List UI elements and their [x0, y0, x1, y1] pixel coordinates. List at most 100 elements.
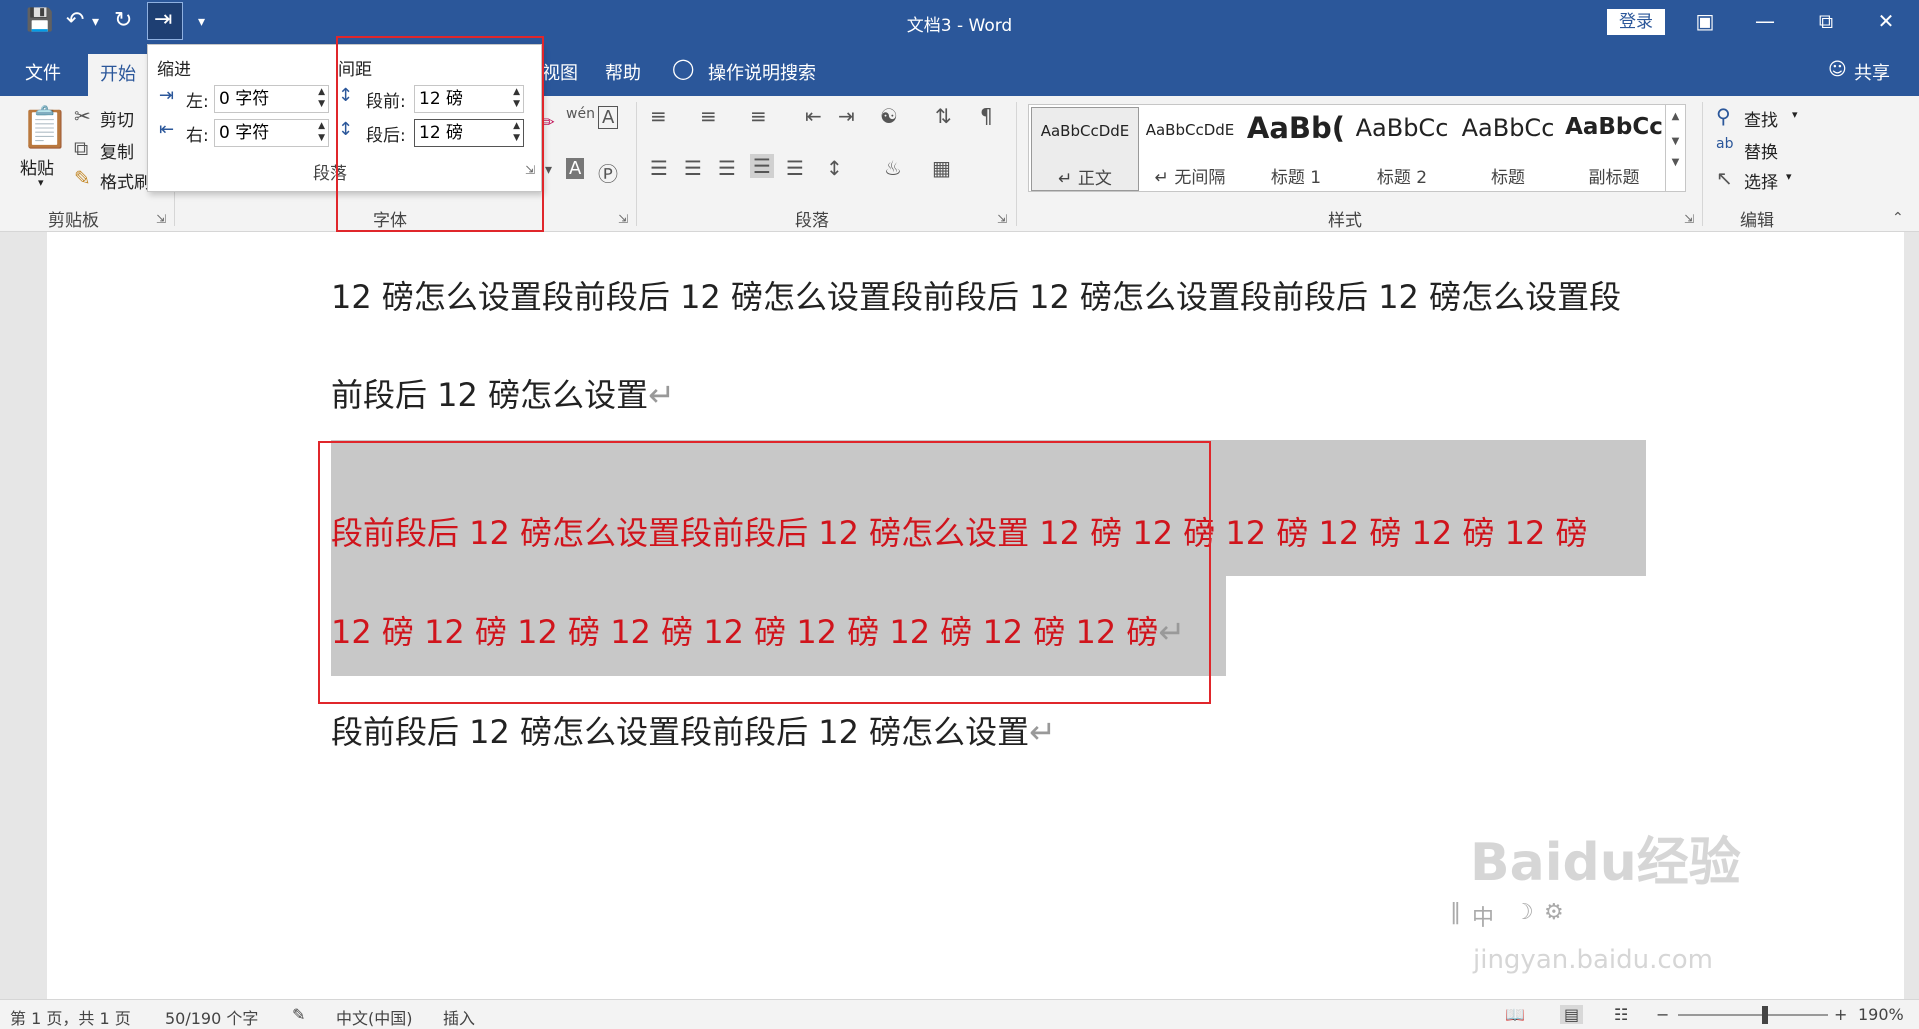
shading-icon[interactable]: ♨ [884, 156, 902, 180]
paragraph-launcher-icon[interactable]: ⇲ [997, 212, 1007, 226]
align-left-icon[interactable]: ☰ [650, 156, 668, 180]
more-styles-icon[interactable]: ▼ [1666, 157, 1685, 168]
find-icon[interactable]: ⚲ [1716, 104, 1731, 128]
clipboard-group-label: 剪贴板 [48, 211, 99, 231]
format-painter-button[interactable]: 格式刷 [100, 168, 151, 193]
moon-icon[interactable]: ☽ [1514, 900, 1534, 925]
increase-indent-icon[interactable]: ⇥ [838, 104, 855, 128]
phonetic-guide-icon[interactable]: wén [566, 106, 595, 122]
align-right-icon[interactable]: ☰ [718, 156, 736, 180]
login-button[interactable]: 登录 [1607, 9, 1665, 35]
align-center-icon[interactable]: ☰ [684, 156, 702, 180]
indent-right-input[interactable]: 0 字符 ▲ ▼ [214, 119, 329, 147]
paste-button[interactable]: 粘贴 [20, 154, 54, 179]
print-layout-icon[interactable]: ▤ [1560, 1005, 1584, 1024]
copy-icon[interactable]: ⧉ [74, 136, 88, 160]
share-button[interactable]: 共享 [1854, 59, 1890, 85]
decrease-indent-icon[interactable]: ⇤ [805, 104, 822, 128]
numbering-icon[interactable]: ≡ [700, 104, 717, 128]
show-marks-icon[interactable]: ¶ [980, 104, 993, 128]
font-color-dropdown-icon[interactable]: ▾ [545, 162, 552, 178]
justify-icon[interactable]: ☰ [750, 154, 774, 178]
replace-button[interactable]: 替换 [1744, 138, 1778, 163]
select-dropdown-icon[interactable]: ▾ [1786, 170, 1792, 183]
select-icon[interactable]: ↖ [1716, 166, 1733, 190]
format-painter-icon[interactable]: ✎ [74, 166, 91, 190]
ime-toolbar[interactable]: ‖ 中 ☽ ⚙ [1448, 898, 1578, 932]
replace-icon[interactable]: ab [1716, 136, 1733, 152]
scroll-up-icon[interactable]: ▲ [1666, 111, 1685, 122]
tab-view[interactable]: 视图 [542, 59, 578, 85]
style-title[interactable]: AaBbCc 标题 [1455, 107, 1561, 188]
character-shading-icon[interactable]: A [566, 158, 585, 179]
paste-icon[interactable]: 📋 [20, 104, 70, 151]
style-normal[interactable]: AaBbCcDdE ↵ 正文 [1031, 107, 1139, 191]
styles-launcher-icon[interactable]: ⇲ [1684, 212, 1694, 226]
minimize-icon[interactable]: — [1745, 6, 1785, 36]
multilevel-list-icon[interactable]: ≡ [750, 104, 767, 128]
line-spacing-icon[interactable]: ↕ [826, 156, 843, 180]
ime-mode-label[interactable]: 中 [1472, 900, 1494, 932]
scissors-icon[interactable]: ✂ [74, 104, 91, 128]
word-count[interactable]: 50/190 个字 [165, 1005, 258, 1029]
read-mode-icon[interactable]: 📖 [1505, 1005, 1525, 1024]
tab-file[interactable]: 文件 [25, 59, 61, 85]
borders-icon[interactable]: ▦ [932, 156, 951, 180]
zoom-out-icon[interactable]: − [1656, 1005, 1669, 1024]
tab-help[interactable]: 帮助 [605, 59, 641, 85]
share-icon[interactable]: ☺ [1828, 59, 1847, 80]
separator [1702, 102, 1703, 226]
web-layout-icon[interactable]: ☷ [1614, 1005, 1628, 1024]
enclose-character-icon[interactable]: Ⓟ [598, 158, 618, 187]
proofing-icon[interactable]: ✎ [292, 1005, 305, 1024]
style-heading-2[interactable]: AaBbCc 标题 2 [1349, 107, 1455, 188]
style-subtitle[interactable]: AaBbCc 副标题 [1561, 107, 1667, 188]
tell-me-search[interactable]: 操作说明搜索 [708, 59, 816, 85]
separator [636, 102, 637, 226]
select-button[interactable]: 选择 [1744, 168, 1778, 193]
paragraph-group-label: 段落 [795, 211, 829, 231]
tab-home[interactable]: 开始 [88, 54, 148, 96]
zoom-slider-thumb[interactable] [1762, 1006, 1768, 1024]
scroll-down-icon[interactable]: ▼ [1666, 136, 1685, 147]
distributed-icon[interactable]: ☰ [786, 156, 804, 180]
indent-left-icon: ⇥ [159, 85, 175, 106]
spinner-arrows-icon[interactable]: ▲ ▼ [318, 120, 325, 144]
style-heading-1[interactable]: AaBb( 标题 1 [1243, 107, 1349, 188]
find-button[interactable]: 查找 [1744, 106, 1778, 131]
style-no-spacing[interactable]: AaBbCcDdE ↵ 无间隔 [1137, 107, 1243, 188]
clipboard-launcher-icon[interactable]: ⇲ [156, 212, 166, 226]
collapse-ribbon-icon[interactable]: ⌃ [1892, 210, 1904, 226]
indent-right-label: 右: [186, 126, 209, 146]
cut-button[interactable]: 剪切 [100, 106, 134, 131]
doc-paragraph-line: 12 磅怎么设置段前段后 12 磅怎么设置段前段后 12 磅怎么设置段前段后 1… [331, 278, 1622, 316]
copy-button[interactable]: 复制 [100, 138, 134, 163]
ribbon-display-icon[interactable]: ▣ [1685, 6, 1725, 36]
restore-icon[interactable]: ⧉ [1806, 6, 1846, 36]
sort-icon[interactable]: ⇅ [935, 104, 952, 128]
indent-left-input[interactable]: 0 字符 ▲ ▼ [214, 85, 329, 113]
styles-scroll[interactable]: ▲ ▼ ▼ [1665, 105, 1685, 191]
indent-right-icon: ⇤ [159, 119, 175, 140]
paragraph-mark-icon: ↵ [1029, 713, 1056, 751]
zoom-slider[interactable] [1678, 1014, 1828, 1016]
bullets-icon[interactable]: ≡ [650, 104, 667, 128]
doc-paragraph-line: 段前段后 12 磅怎么设置段前段后 12 磅怎么设置↵ [331, 713, 1056, 751]
editing-group-label: 编辑 [1740, 211, 1774, 231]
insert-mode[interactable]: 插入 [443, 1005, 475, 1029]
zoom-level[interactable]: 190% [1858, 1005, 1904, 1024]
character-border-icon[interactable]: A [598, 106, 619, 129]
close-icon[interactable]: ✕ [1866, 6, 1906, 36]
title-bar: 💾 ↶ ▾ ↻ ⇥ ▾ 文档3 - Word 登录 ▣ — ⧉ ✕ [0, 0, 1919, 44]
gear-icon[interactable]: ⚙ [1544, 900, 1564, 925]
spinner-arrows-icon[interactable]: ▲ ▼ [318, 86, 325, 110]
page-count[interactable]: 第 1 页，共 1 页 [10, 1005, 131, 1029]
chinese-layout-icon[interactable]: ☯ [880, 104, 898, 128]
font-launcher-icon[interactable]: ⇲ [618, 212, 628, 226]
paste-dropdown-icon[interactable]: ▾ [38, 176, 44, 189]
ime-drag-handle-icon[interactable]: ‖ [1450, 900, 1461, 925]
zoom-in-icon[interactable]: + [1834, 1005, 1847, 1024]
language-status[interactable]: 中文(中国) [336, 1005, 413, 1029]
indent-title: 缩进 [157, 60, 191, 80]
find-dropdown-icon[interactable]: ▾ [1792, 108, 1798, 121]
